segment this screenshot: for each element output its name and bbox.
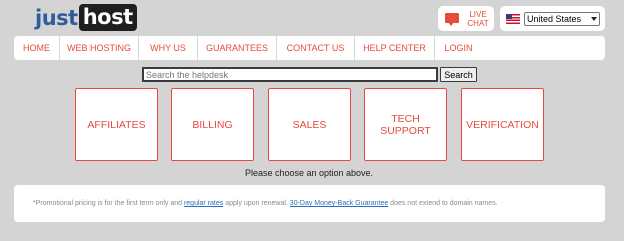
main-nav: HOME WEB HOSTING WHY US GUARANTEES CONTA… bbox=[14, 36, 605, 60]
nav-item-web-hosting[interactable]: WEB HOSTING bbox=[60, 36, 139, 60]
note-text-after: does not extend to domain names. bbox=[388, 200, 498, 207]
nav-item-home[interactable]: HOME bbox=[14, 36, 60, 60]
option-sales[interactable]: SALES bbox=[268, 88, 351, 161]
country-select[interactable]: United States bbox=[524, 11, 600, 26]
money-back-guarantee-link[interactable]: 30-Day Money-Back Guarantee bbox=[290, 200, 388, 207]
nav-item-login[interactable]: LOGIN bbox=[435, 36, 482, 60]
option-billing[interactable]: BILLING bbox=[171, 88, 254, 161]
nav-item-help-center[interactable]: HELP CENTER bbox=[355, 36, 435, 60]
search-button[interactable]: Search bbox=[440, 67, 477, 82]
chevron-down-icon bbox=[591, 16, 597, 21]
choose-option-prompt: Please choose an option above. bbox=[244, 168, 374, 178]
country-select-value: United States bbox=[527, 13, 582, 24]
option-affiliates[interactable]: AFFILIATES bbox=[75, 88, 158, 161]
option-tech-support[interactable]: TECH SUPPORT bbox=[364, 88, 447, 161]
option-verification[interactable]: VERIFICATION bbox=[461, 88, 544, 161]
us-flag-icon bbox=[506, 13, 520, 24]
note-text-middle: apply upon renewal. bbox=[223, 200, 290, 207]
regular-rates-link[interactable]: regular rates bbox=[184, 200, 223, 207]
live-chat-button[interactable]: LIVE CHAT bbox=[438, 6, 494, 31]
country-selector: United States bbox=[500, 6, 605, 31]
help-center-page: just host LIVE CHAT United States HOME W… bbox=[0, 0, 624, 241]
live-chat-label: LIVE CHAT bbox=[467, 9, 489, 28]
nav-item-why-us[interactable]: WHY US bbox=[139, 36, 198, 60]
promotional-pricing-note: *Promotional pricing is for the first te… bbox=[14, 185, 605, 222]
note-text-before: *Promotional pricing is for the first te… bbox=[33, 200, 184, 207]
logo-text-just: just bbox=[35, 5, 78, 30]
nav-item-contact-us[interactable]: CONTACT US bbox=[277, 36, 355, 60]
chat-bubble-icon bbox=[445, 12, 459, 26]
justhost-logo[interactable]: just host bbox=[35, 4, 137, 31]
nav-item-guarantees[interactable]: GUARANTEES bbox=[198, 36, 277, 60]
search-input[interactable] bbox=[142, 67, 438, 82]
logo-text-host: host bbox=[78, 4, 137, 31]
